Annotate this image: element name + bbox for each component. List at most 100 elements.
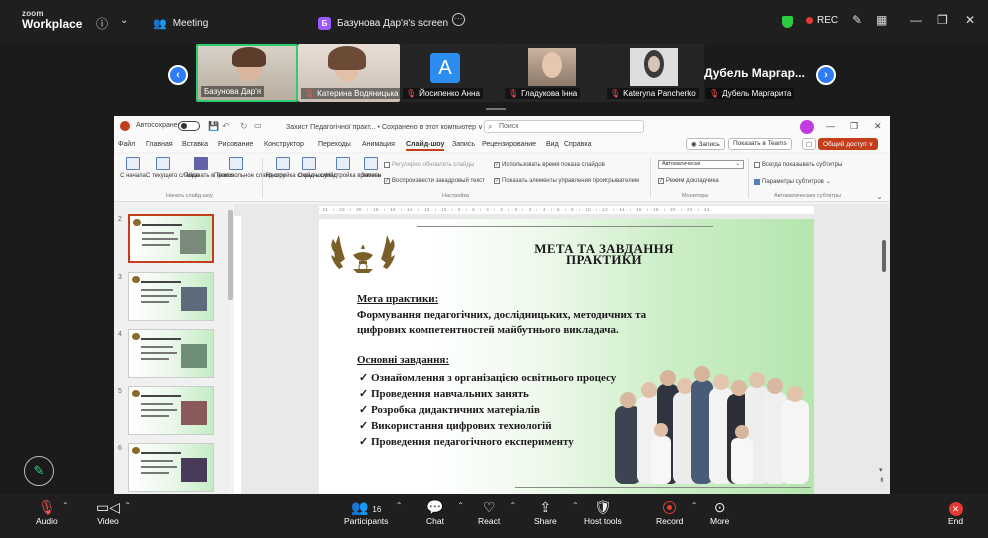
current-slide[interactable]: МЕТА ТА ЗАВДАННЯ ПРАКТИКИ Мета практики:…: [319, 219, 814, 494]
participants-button[interactable]: 👥 16 Participants ⌃: [344, 498, 402, 526]
share-screen-button[interactable]: ⇪ Share ⌃: [534, 498, 579, 526]
tab-insert[interactable]: Вставка: [182, 141, 208, 148]
chevron-up-icon[interactable]: ⌃: [510, 501, 517, 510]
minimize-icon[interactable]: —: [910, 13, 922, 27]
presenter-view-checkbox[interactable]: ✓ Режим докладчика: [658, 178, 719, 184]
drag-handle[interactable]: [486, 108, 506, 110]
slide-thumbnail[interactable]: [128, 386, 214, 435]
slide-thumbnail[interactable]: [128, 214, 214, 263]
chevron-up-icon[interactable]: ⌃: [124, 501, 131, 510]
tab-view[interactable]: Вид: [546, 141, 559, 148]
comments-icon[interactable]: ▢: [802, 138, 817, 150]
prev-page-icon[interactable]: ‹: [168, 65, 188, 85]
chevron-down-icon[interactable]: ⌄: [120, 15, 128, 26]
ppt-minimize-icon[interactable]: —: [826, 121, 835, 131]
collapse-ribbon-icon[interactable]: ⌄: [876, 192, 883, 201]
annotate-pencil-icon[interactable]: ✎: [24, 456, 54, 486]
refresh-slides-checkbox[interactable]: Регулярно обновлять слайды: [384, 162, 474, 168]
slide-scrollbar[interactable]: [882, 240, 886, 272]
slide-thumbnails-pane: 2 3 4 5 6: [114, 204, 230, 494]
video-button[interactable]: ▭◁ Video ⌃: [96, 498, 131, 526]
chevron-up-icon[interactable]: ⌃: [62, 501, 69, 510]
meeting-view-button[interactable]: 👥 Meeting: [153, 17, 208, 30]
show-in-teams-button[interactable]: Показать в Teams: [728, 138, 792, 150]
participant-tile[interactable]: 🎙 Kateryna Pancherko: [604, 44, 706, 102]
ppt-restore-icon[interactable]: ❐: [850, 121, 858, 132]
chat-button[interactable]: 💬 Chat ⌃: [426, 498, 464, 526]
muted-mic-icon: 🎙: [304, 89, 315, 98]
slide-thumbnail[interactable]: [128, 329, 214, 378]
chevron-up-icon[interactable]: ⌃: [691, 501, 698, 510]
search-placeholder: Поиск: [499, 123, 519, 130]
setup-slideshow-button[interactable]: Настройка слайд-шоу: [266, 157, 327, 180]
tab-file[interactable]: Файл: [118, 141, 135, 148]
user-avatar[interactable]: [800, 120, 814, 134]
document-title[interactable]: Захист Педагогічної практ... • Сохранено…: [286, 123, 483, 131]
redo-icon[interactable]: ↻: [240, 121, 248, 132]
show-media-controls-checkbox[interactable]: ✓ Показать элементы управления проигрыват…: [494, 178, 639, 184]
next-page-icon[interactable]: ›: [816, 65, 836, 85]
tab-slideshow[interactable]: Слайд-шоу: [406, 141, 445, 151]
tab-help[interactable]: Справка: [564, 141, 591, 148]
from-current-button[interactable]: С текущего слайда: [146, 157, 199, 180]
chevron-up-icon[interactable]: ⌃: [572, 501, 579, 510]
save-icon[interactable]: 💾: [208, 121, 219, 132]
people-icon: 👥: [153, 18, 167, 30]
vertical-ruler: [234, 216, 241, 494]
next-slide-icon[interactable]: ⇟: [879, 476, 885, 484]
zoom-top-bar: zoom Workplace ⓘ ⌄ 👥 Meeting Б Базунова …: [0, 0, 988, 44]
use-timings-checkbox[interactable]: ✓ Использовать время показа слайдов: [494, 162, 605, 168]
from-beginning-button[interactable]: С начала: [120, 157, 146, 180]
participant-tile[interactable]: A 🎙 Йосипенко Анна: [400, 44, 502, 102]
undo-icon[interactable]: ↶: [222, 121, 230, 132]
slide-thumbnail[interactable]: [128, 443, 214, 492]
host-tools-button[interactable]: 🛡 Host tools: [584, 498, 622, 526]
record-button[interactable]: ◉ Запись: [686, 138, 725, 150]
more-options-icon[interactable]: ···: [452, 13, 465, 26]
custom-slideshow-button[interactable]: Произвольное слайд-шоу: [214, 157, 285, 180]
close-icon[interactable]: ✕: [965, 13, 975, 27]
present-in-teams-button[interactable]: Показать в Teams: [184, 157, 234, 180]
tab-design[interactable]: Конструктор: [264, 141, 304, 148]
tab-draw[interactable]: Рисование: [218, 141, 253, 148]
search-input[interactable]: ⌕ Поиск: [484, 120, 644, 133]
rehearse-timings-button[interactable]: Настройка времени: [326, 157, 381, 180]
recording-indicator[interactable]: REC: [806, 15, 838, 26]
autosave-toggle[interactable]: [178, 121, 200, 131]
end-meeting-button[interactable]: ✕ End: [948, 498, 963, 526]
monitor-dropdown[interactable]: Автоматически ⌄: [658, 160, 744, 169]
record-button-zoom[interactable]: Record ⌃: [656, 498, 697, 526]
tab-transitions[interactable]: Переходы: [318, 141, 351, 148]
play-narrations-checkbox[interactable]: ✓ Воспроизвести закадровый текст: [384, 178, 485, 184]
tab-home[interactable]: Главная: [146, 141, 173, 148]
record-slideshow-button[interactable]: Запись: [360, 157, 382, 180]
participant-tile[interactable]: 🎙 Катерина Водяницька: [298, 44, 400, 102]
participant-tile[interactable]: Базунова Дар'я: [196, 44, 298, 102]
tab-animations[interactable]: Анимация: [362, 141, 395, 148]
end-label: End: [948, 516, 964, 526]
chevron-up-icon[interactable]: ⌃: [457, 501, 464, 510]
screen-share-tab[interactable]: Б Базунова Дар'я's screen: [318, 17, 448, 30]
info-icon[interactable]: ⓘ: [96, 15, 108, 32]
tab-record[interactable]: Запись: [452, 141, 475, 148]
thumbnails-scrollbar[interactable]: [228, 210, 233, 300]
participants-count: 16: [372, 505, 382, 514]
annotate-icon[interactable]: ✎: [852, 13, 862, 27]
ppt-close-icon[interactable]: ✕: [874, 121, 882, 132]
tab-review[interactable]: Рецензирование: [482, 141, 536, 148]
start-presentation-icon[interactable]: ▭: [254, 121, 262, 130]
react-button[interactable]: ♡ React ⌃: [478, 498, 516, 526]
slide-thumbnail[interactable]: [128, 272, 214, 321]
restore-icon[interactable]: ❐: [937, 13, 948, 27]
security-shield-icon[interactable]: [782, 16, 793, 28]
subtitle-settings-button[interactable]: Параметры субтитров ⌄: [754, 178, 831, 185]
audio-button[interactable]: 🎙 Audio ⌃: [36, 498, 69, 526]
always-subtitles-checkbox[interactable]: Всегда показывать субтитры: [754, 162, 842, 168]
view-grid-icon[interactable]: ▦: [876, 13, 887, 27]
scroll-down-icon[interactable]: ▾: [879, 466, 883, 474]
hide-slide-button[interactable]: Скрыть слайд: [298, 157, 337, 180]
share-button[interactable]: Общий доступ ∨: [818, 138, 879, 150]
chevron-up-icon[interactable]: ⌃: [396, 501, 403, 510]
more-button[interactable]: ⊙ More: [710, 498, 729, 526]
participant-tile[interactable]: 🎙 Гладукова Інна: [502, 44, 604, 102]
